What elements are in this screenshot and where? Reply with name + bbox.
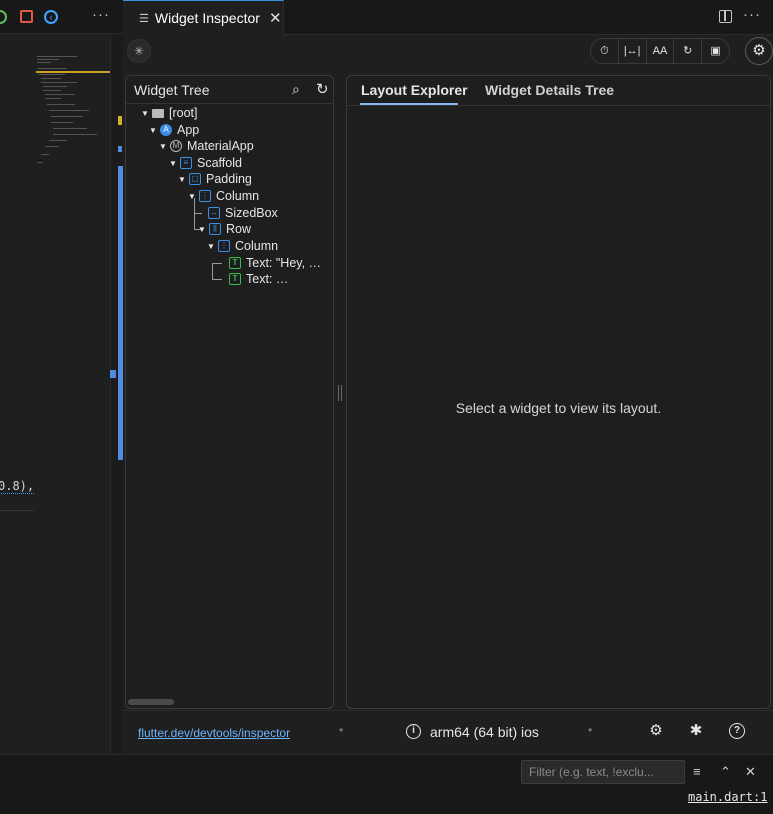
tab-label: Widget Inspector	[154, 10, 260, 26]
menu-lines-icon: ☰	[139, 12, 149, 25]
status-separator: •	[588, 723, 593, 737]
app-window: ‹ ··· 0.8), ☰ Widget Inspector ✕ ··· ✳ ⏱…	[0, 0, 773, 814]
app-icon: A	[160, 124, 172, 136]
restart-icon[interactable]	[0, 10, 7, 24]
layout-explorer-panel: Layout Explorer Widget Details Tree Sele…	[346, 75, 771, 709]
docs-link[interactable]: flutter.dev/devtools/inspector	[138, 726, 290, 740]
editor-divider	[0, 510, 34, 511]
material-icon: M	[170, 140, 182, 152]
tab-widget-inspector[interactable]: ☰ Widget Inspector ✕	[123, 0, 284, 35]
show-guidelines-button[interactable]: |↔|	[619, 39, 647, 63]
tree-node-sizedbox[interactable]: ↔ SizedBox	[208, 205, 278, 221]
scrollbar-change-marker	[118, 146, 122, 152]
widget-inspector-panel: ☰ Widget Inspector ✕ ··· ✳ ⏱ |↔| AA ↻ ▣ …	[123, 0, 773, 754]
output-filter-bar: ≡ ⌃ ✕ main.dart:1	[0, 754, 773, 814]
tree-node-row[interactable]: ▼ ⫼ Row	[197, 221, 251, 237]
text-icon: T	[229, 273, 241, 285]
folder-icon	[152, 108, 164, 118]
bug-icon[interactable]: ✱	[688, 723, 704, 739]
close-icon[interactable]: ✕	[745, 764, 756, 780]
tab-divider	[347, 105, 770, 106]
minimap-highlight	[36, 71, 110, 73]
close-tab-button[interactable]: ✕	[269, 9, 282, 27]
column-icon: ⋮	[199, 190, 211, 202]
info-icon: i	[406, 724, 421, 739]
tab-layout-explorer[interactable]: Layout Explorer	[361, 82, 468, 98]
highlight-repaints-button[interactable]: ↻	[674, 39, 703, 63]
widget-tree-title: Widget Tree	[134, 82, 210, 98]
chevron-down-icon[interactable]: ▼	[197, 225, 207, 234]
device-label: arm64 (64 bit) ios	[430, 724, 539, 740]
scrollbar-cursor-marker	[110, 370, 116, 378]
text-icon: T	[229, 257, 241, 269]
padding-icon: ▢	[189, 173, 201, 185]
scrollbar-warning-marker	[118, 116, 122, 125]
chevron-down-icon[interactable]: ▼	[168, 159, 178, 168]
minimap[interactable]	[33, 54, 111, 184]
select-widget-mode-button[interactable]: ✳	[127, 39, 151, 63]
tree-node-text[interactable]: T Text: "Hey, …	[229, 255, 321, 271]
help-icon[interactable]: ?	[729, 723, 745, 739]
search-icon[interactable]: ⌕	[292, 81, 300, 98]
tree-node-scaffold[interactable]: ▼ ≡ Scaffold	[168, 155, 242, 171]
debug-toggle-group: ⏱ |↔| AA ↻ ▣	[590, 38, 730, 64]
source-file-link[interactable]: main.dart:1	[688, 790, 767, 804]
chevron-down-icon[interactable]: ▼	[187, 192, 197, 201]
widget-tree-panel: Widget Tree ⌕ ↻ ▼ [root] ▼ A App ▼ M Mat…	[125, 75, 334, 709]
filter-lines-icon[interactable]: ≡	[693, 764, 701, 779]
tree-node-text[interactable]: T Text: …	[229, 271, 288, 287]
tab-more-actions-button[interactable]: ···	[743, 6, 761, 23]
tree-node-column[interactable]: ▼ ⋮ Column	[187, 188, 259, 204]
gear-icon[interactable]: ⚙	[648, 723, 664, 739]
row-icon: ⫼	[209, 223, 221, 235]
show-baselines-button[interactable]: AA	[647, 39, 675, 63]
status-separator: •	[339, 723, 344, 737]
editor-tabbar: ☰ Widget Inspector ✕ ···	[123, 0, 773, 35]
column-icon: ⋮	[218, 240, 230, 252]
inspector-settings-button[interactable]: ⚙	[745, 37, 773, 65]
slow-animations-button[interactable]: ⏱	[591, 39, 619, 63]
chevron-down-icon[interactable]: ▼	[177, 175, 187, 184]
split-editor-button[interactable]	[719, 10, 732, 23]
tab-widget-details-tree[interactable]: Widget Details Tree	[485, 82, 614, 98]
widget-tree-header: Widget Tree ⌕ ↻	[126, 76, 333, 104]
chevron-down-icon[interactable]: ▼	[140, 109, 150, 118]
stop-icon[interactable]	[20, 10, 33, 23]
editor-toolbar: ‹ ···	[0, 0, 123, 34]
inspector-statusbar: flutter.dev/devtools/inspector • i arm64…	[123, 710, 773, 754]
scaffold-icon: ≡	[180, 157, 192, 169]
tree-node-padding[interactable]: ▼ ▢ Padding	[177, 171, 252, 187]
chevron-up-icon[interactable]: ⌃	[720, 764, 731, 780]
tree-node-root[interactable]: ▼ [root]	[140, 105, 197, 121]
tree-horizontal-scrollbar[interactable]	[128, 699, 174, 705]
code-line: 0.8),	[0, 479, 35, 494]
more-actions-button[interactable]: ···	[92, 6, 110, 23]
filter-input[interactable]	[521, 760, 685, 784]
devtools-icon[interactable]: ‹	[44, 10, 58, 24]
chevron-down-icon[interactable]: ▼	[206, 242, 216, 251]
chevron-down-icon[interactable]: ▼	[148, 126, 158, 135]
refresh-icon[interactable]: ↻	[316, 80, 329, 98]
tree-node-app[interactable]: ▼ A App	[148, 122, 199, 138]
chevron-down-icon[interactable]: ▼	[158, 142, 168, 151]
sizedbox-icon: ↔	[208, 207, 220, 219]
inspector-toolbar: ✳ ⏱ |↔| AA ↻ ▣ ⚙	[123, 36, 773, 66]
oversized-images-button[interactable]: ▣	[702, 39, 729, 63]
panel-resize-handle[interactable]	[338, 385, 342, 401]
tree-node-materialapp[interactable]: ▼ M MaterialApp	[158, 138, 254, 154]
empty-layout-message: Select a widget to view its layout.	[455, 400, 662, 416]
tree-node-column[interactable]: ▼ ⋮ Column	[206, 238, 278, 254]
